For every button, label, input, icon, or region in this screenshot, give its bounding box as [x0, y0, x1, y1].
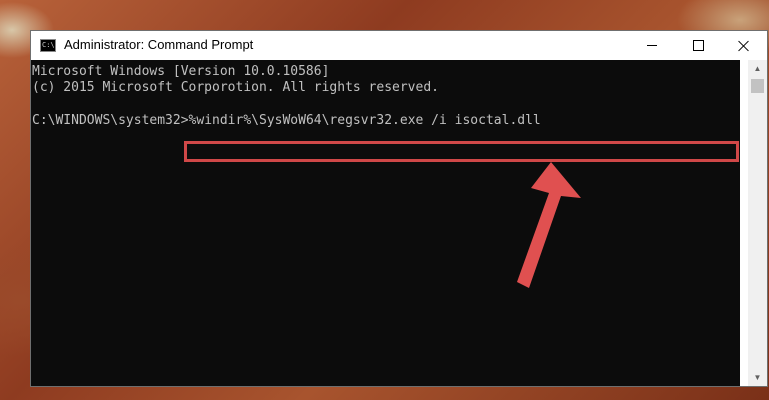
scroll-thumb[interactable] — [751, 79, 764, 93]
close-button[interactable] — [721, 31, 767, 60]
red-arrow-annotation — [517, 162, 581, 288]
command-highlight-box — [184, 141, 739, 162]
scroll-up-icon[interactable]: ▲ — [748, 60, 767, 77]
command-line: C:\WINDOWS\system32>%windir%\SysWoW64\re… — [32, 113, 541, 129]
close-icon — [738, 40, 750, 52]
console-command[interactable]: %windir%\SysWoW64\regsvr32.exe /i isocta… — [189, 113, 541, 128]
console-output[interactable]: Microsoft Windows [Version 10.0.10586] (… — [31, 60, 740, 386]
command-prompt-window: Administrator: Command Prompt Microsoft … — [30, 30, 768, 387]
title-bar[interactable]: Administrator: Command Prompt — [31, 31, 767, 60]
console-prompt: C:\WINDOWS\system32> — [32, 113, 189, 128]
maximize-icon — [692, 40, 704, 51]
vertical-scrollbar[interactable]: ▲ ▼ — [748, 60, 767, 386]
minimize-icon — [647, 45, 657, 46]
console-line-version: Microsoft Windows [Version 10.0.10586] — [32, 64, 330, 79]
cmd-icon[interactable] — [40, 39, 56, 52]
minimize-button[interactable] — [629, 31, 675, 60]
maximize-button[interactable] — [675, 31, 721, 60]
console-line-copyright: (c) 2015 Microsoft Corporotion. All righ… — [32, 80, 439, 95]
window-title: Administrator: Command Prompt — [64, 37, 254, 52]
scroll-down-icon[interactable]: ▼ — [748, 369, 767, 386]
